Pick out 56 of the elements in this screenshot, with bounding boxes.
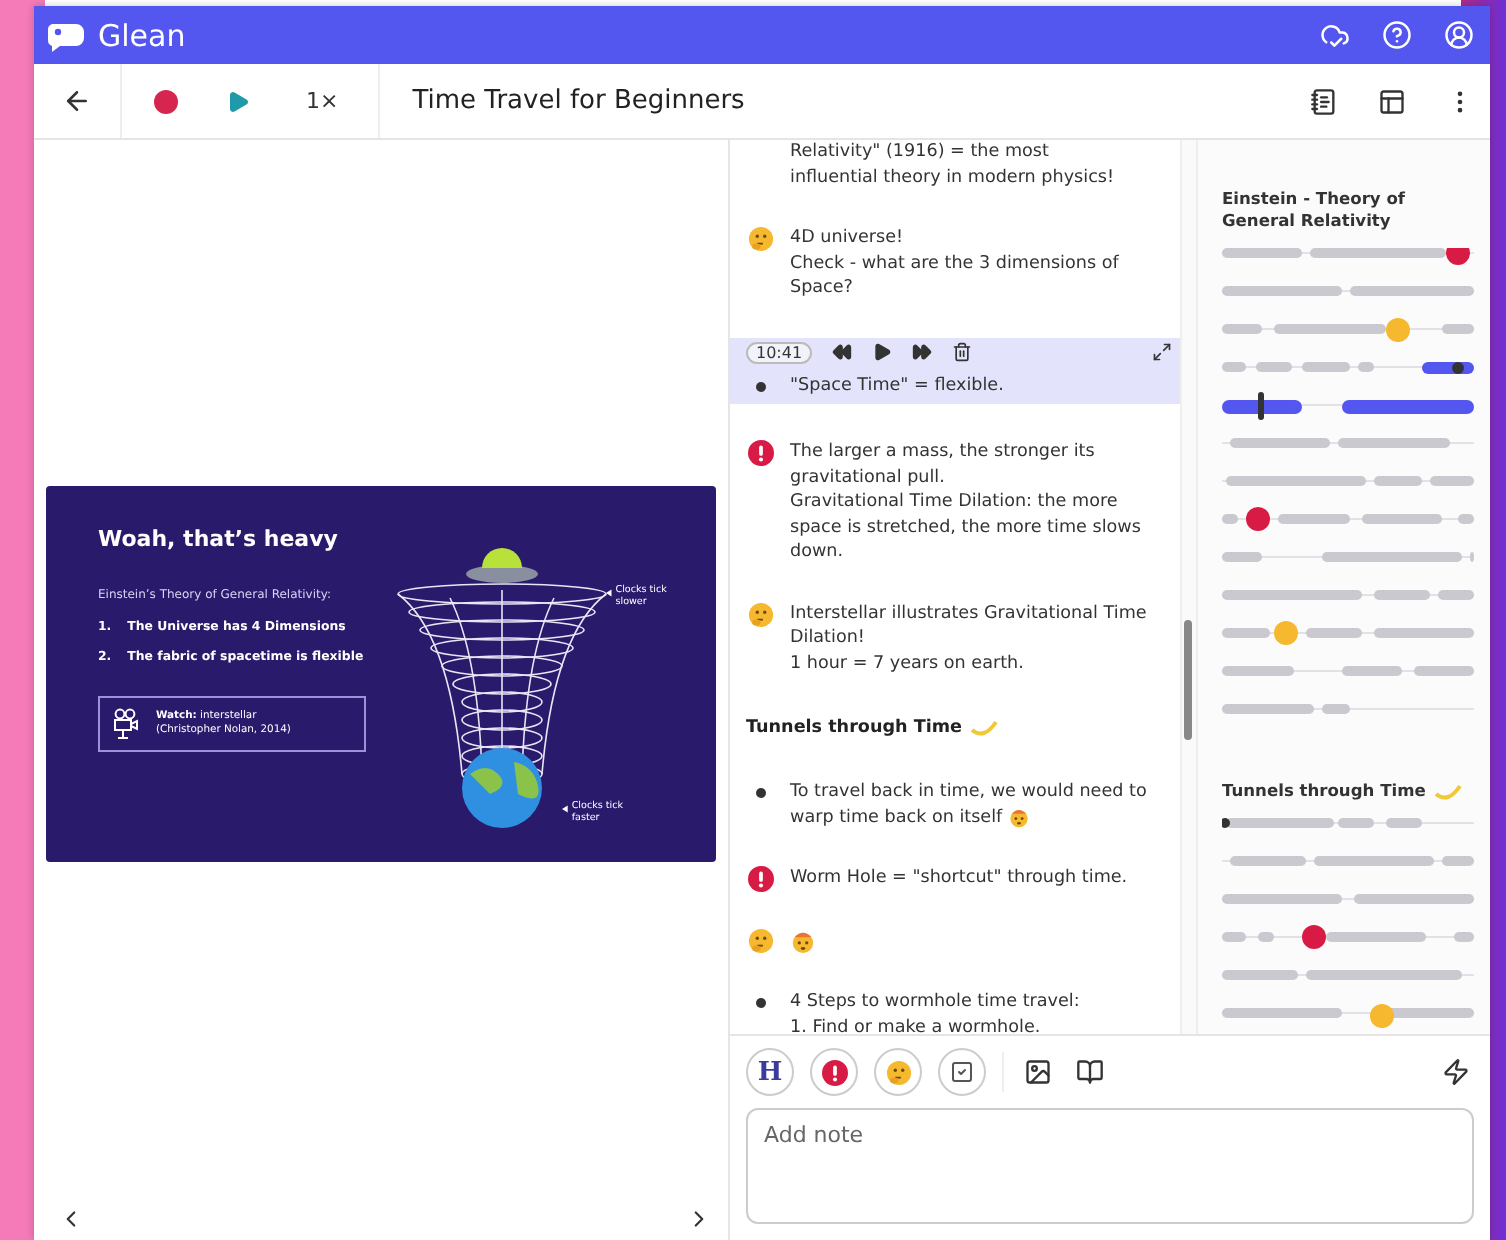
note-text: 1 hour = 7 years on earth.: [790, 651, 1026, 676]
bullet-dot: [755, 381, 765, 391]
heading-button[interactable]: H: [746, 1048, 794, 1096]
thinking-face-icon: [885, 1059, 911, 1085]
outline-heading[interactable]: Einstein - Theory of General Relativity: [1222, 188, 1474, 232]
note-text: 1. Find or make a wormhole.: [790, 1015, 1043, 1034]
document-title: Time Travel for Beginners: [412, 86, 747, 116]
pointer-icon: [562, 804, 568, 814]
note-text: Relativity" (1916) = the most: [790, 140, 1051, 165]
important-icon: [821, 1059, 847, 1085]
note-text: "Space Time" = flexible.: [790, 373, 1004, 398]
note-text: Gravitational Time Dilation: the more space is stretched, the more time slows down.: [790, 490, 1143, 565]
account-icon[interactable]: [1444, 20, 1474, 50]
note-text: influential theory in modern physics!: [790, 165, 1115, 190]
timestamp[interactable]: 10:41: [746, 341, 813, 363]
thinking-face-icon: [747, 601, 773, 627]
note-text: 4 Steps to wormhole time travel:: [790, 990, 1080, 1015]
app-name: Glean: [98, 17, 188, 53]
task-button[interactable]: [938, 1048, 986, 1096]
important-icon: [747, 866, 773, 892]
note-text: Worm Hole = "shortcut" through time.: [790, 866, 1128, 891]
important-button[interactable]: [810, 1048, 858, 1096]
exploding-head-icon: [790, 928, 816, 954]
image-button[interactable]: [1020, 1054, 1056, 1090]
play-icon[interactable]: [872, 342, 893, 362]
help-icon[interactable]: [1382, 20, 1412, 50]
pointer-icon: [606, 588, 612, 598]
fast-forward-icon[interactable]: [912, 342, 933, 362]
bullet-dot: [755, 788, 765, 798]
section-heading: Tunnels through Time: [746, 718, 962, 738]
record-icon: [154, 89, 178, 113]
thinking-face-icon: [747, 928, 773, 954]
exploding-head-icon: [1007, 805, 1030, 828]
logo-icon: [46, 19, 86, 51]
note-input[interactable]: Add note: [746, 1108, 1474, 1224]
note-text: To travel back in time, we would need to warp time back on itself: [790, 780, 1149, 830]
outline-heading[interactable]: Tunnels through Time: [1222, 780, 1474, 802]
scrollbar-thumb[interactable]: [1184, 620, 1192, 740]
cloud-check-icon[interactable]: [1320, 20, 1350, 50]
important-icon: [747, 440, 773, 466]
slide-title: Woah, that’s heavy: [98, 526, 340, 552]
thinking-face-icon: [747, 226, 773, 252]
note-text: Check - what are the 3 dimensions of Space?: [790, 251, 1121, 301]
note-text: 4D universe!: [790, 226, 906, 251]
note-text: Interstellar illustrates Gravitational Time Dilation!: [790, 601, 1149, 651]
expand-icon[interactable]: [1152, 342, 1172, 362]
speed-button[interactable]: 1×: [298, 80, 347, 122]
play-icon: [226, 89, 250, 113]
note-text: The larger a mass, the stronger its gravitational pull.: [790, 440, 1097, 490]
rewind-icon[interactable]: [832, 342, 853, 362]
lightning-button[interactable]: [1438, 1054, 1474, 1090]
bullet-dot: [755, 998, 765, 1008]
checkbox-icon: [950, 1060, 974, 1084]
movie-camera-icon: [112, 708, 140, 740]
selected-note[interactable]: 10:41 "Space Time" = flexible.: [730, 337, 1180, 404]
trash-icon[interactable]: [952, 342, 973, 362]
